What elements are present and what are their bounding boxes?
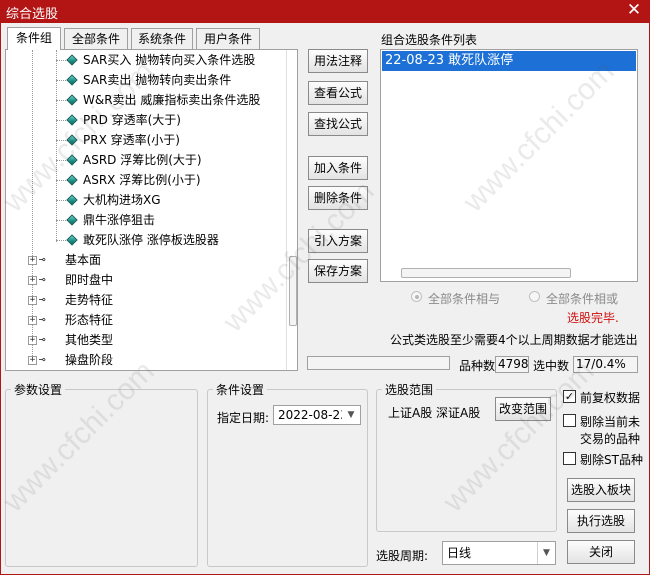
- diamond-icon: [66, 114, 78, 126]
- period-value: 日线: [447, 546, 472, 560]
- connector-icon: ⊸: [39, 333, 46, 346]
- save-scheme-button[interactable]: 保存方案: [308, 259, 368, 283]
- or-radio-label: 全部条件相或: [546, 292, 619, 306]
- exclude-st-label: 剔除ST品种: [580, 453, 643, 467]
- tree-condition-item[interactable]: SAR卖出 抛物转向卖出条件: [83, 70, 231, 90]
- period-select[interactable]: 日线 ▼: [442, 541, 556, 565]
- diamond-icon: [66, 214, 78, 226]
- status-done: 选股完毕.: [567, 311, 619, 325]
- import-scheme-button[interactable]: 引入方案: [308, 229, 368, 253]
- date-label: 指定日期:: [217, 411, 270, 425]
- change-range-button[interactable]: 改变范围: [495, 397, 551, 421]
- diamond-icon: [66, 154, 78, 166]
- run-selection-button[interactable]: 执行选股: [567, 509, 635, 533]
- condition-settings-title: 条件设置: [213, 381, 268, 398]
- count-value: 4798: [495, 356, 529, 373]
- selected-value: 17/0.4%: [573, 356, 638, 373]
- close-button[interactable]: 关闭: [567, 540, 635, 564]
- tree-group-item[interactable]: 其他类型: [65, 330, 113, 350]
- add-to-board-button[interactable]: 选股入板块: [567, 478, 635, 502]
- exclude-untraded-label-1: 剔除当前未: [580, 415, 641, 429]
- tree-group-item[interactable]: 走势特征: [65, 290, 113, 310]
- connector-icon: ⊸: [39, 353, 46, 366]
- status-hint: 公式类选股至少需要4个以上周期数据才能选出: [390, 333, 638, 347]
- exclude-st-checkbox[interactable]: [563, 452, 576, 465]
- tab-condition-group[interactable]: 条件组: [7, 27, 61, 50]
- tree-condition-item[interactable]: 大机构进场XG: [83, 190, 161, 210]
- connector-icon: ⊸: [39, 293, 46, 306]
- expand-plus-icon[interactable]: +: [28, 276, 37, 285]
- connector-icon: ⊸: [39, 253, 46, 266]
- expand-plus-icon[interactable]: +: [28, 256, 37, 265]
- title-bar: 综合选股 ✕: [0, 0, 650, 23]
- tree-condition-item[interactable]: ASRD 浮筹比例(大于): [83, 150, 202, 170]
- tab-user-conditions[interactable]: 用户条件: [196, 28, 260, 49]
- range-markets: 上证A股 深证A股: [388, 406, 481, 420]
- params-group-title: 参数设置: [11, 381, 66, 398]
- tree-group-item[interactable]: 基本面: [65, 250, 101, 270]
- date-value: 2022-08-23: [278, 408, 348, 422]
- diamond-icon: [66, 174, 78, 186]
- diamond-icon: [66, 134, 78, 146]
- params-group: [5, 389, 198, 567]
- condition-list[interactable]: 22-08-23 敢死队涨停: [380, 49, 638, 282]
- prior-adjust-label: 前复权数据: [580, 391, 641, 405]
- tree-condition-item[interactable]: 敢死队涨停 涨停板选股器: [83, 230, 219, 250]
- diamond-icon: [66, 94, 78, 106]
- chevron-down-icon[interactable]: ▼: [537, 542, 555, 564]
- add-condition-button[interactable]: 加入条件: [308, 156, 368, 180]
- tree-condition-item[interactable]: PRX 穿透率(小于): [83, 130, 180, 150]
- or-radio[interactable]: [529, 291, 540, 302]
- connector-icon: ⊸: [39, 273, 46, 286]
- diamond-icon: [66, 54, 78, 66]
- window-title: 综合选股: [6, 7, 59, 22]
- tree-group-item[interactable]: 形态特征: [65, 310, 113, 330]
- tree-condition-item[interactable]: PRD 穿透率(大于): [83, 110, 181, 130]
- expand-plus-icon[interactable]: +: [28, 356, 37, 365]
- tree-group-item[interactable]: 即时盘中: [65, 270, 113, 290]
- expand-plus-icon[interactable]: +: [28, 296, 37, 305]
- and-radio[interactable]: [411, 291, 422, 302]
- connector-icon: ⊸: [39, 313, 46, 326]
- selected-label: 选中数: [533, 359, 570, 373]
- delete-condition-button[interactable]: 删除条件: [308, 186, 368, 210]
- period-label: 选股周期:: [376, 549, 429, 563]
- tree-scrollbar[interactable]: [286, 50, 297, 370]
- find-formula-button[interactable]: 查找公式: [308, 112, 368, 136]
- and-radio-label: 全部条件相与: [428, 292, 501, 306]
- prior-adjust-checkbox[interactable]: ✓: [563, 390, 576, 403]
- diamond-icon: [66, 234, 78, 246]
- tree-condition-item[interactable]: W&R卖出 威廉指标卖出条件选股: [83, 90, 260, 110]
- tree-condition-item[interactable]: ASRX 浮筹比例(小于): [83, 170, 201, 190]
- view-formula-button[interactable]: 查看公式: [308, 81, 368, 105]
- chevron-down-icon[interactable]: ▼: [342, 406, 360, 424]
- tree-condition-item[interactable]: 鼎牛涨停狙击: [83, 210, 155, 230]
- diamond-icon: [66, 74, 78, 86]
- expand-plus-icon[interactable]: +: [28, 316, 37, 325]
- tree-group-item[interactable]: 操盘阶段: [65, 350, 113, 370]
- tree-condition-item[interactable]: SAR买入 抛物转向买入条件选股: [83, 50, 255, 70]
- exclude-untraded-checkbox[interactable]: [563, 414, 576, 427]
- list-item[interactable]: 22-08-23 敢死队涨停: [382, 51, 636, 71]
- range-group-title: 选股范围: [382, 381, 437, 398]
- tab-system-conditions[interactable]: 系统条件: [131, 28, 193, 49]
- diamond-icon: [66, 194, 78, 206]
- count-label: 品种数: [459, 359, 496, 373]
- tab-all-conditions[interactable]: 全部条件: [64, 28, 128, 49]
- date-picker[interactable]: 2022-08-23 ▼: [273, 405, 361, 425]
- close-icon[interactable]: ✕: [626, 1, 642, 19]
- exclude-untraded-label-2: 交易的品种: [580, 432, 641, 446]
- condition-list-title: 组合选股条件列表: [381, 33, 478, 47]
- expand-plus-icon[interactable]: +: [28, 336, 37, 345]
- usage-notes-button[interactable]: 用法注释: [308, 49, 368, 73]
- list-horizontal-scrollbar[interactable]: [401, 268, 571, 278]
- condition-tree[interactable]: SAR买入 抛物转向买入条件选股 SAR卖出 抛物转向卖出条件 W&R卖出 威廉…: [5, 49, 298, 371]
- check-icon: ✓: [564, 390, 575, 403]
- scrollbar-thumb[interactable]: [289, 256, 297, 326]
- progress-bar: [307, 356, 450, 370]
